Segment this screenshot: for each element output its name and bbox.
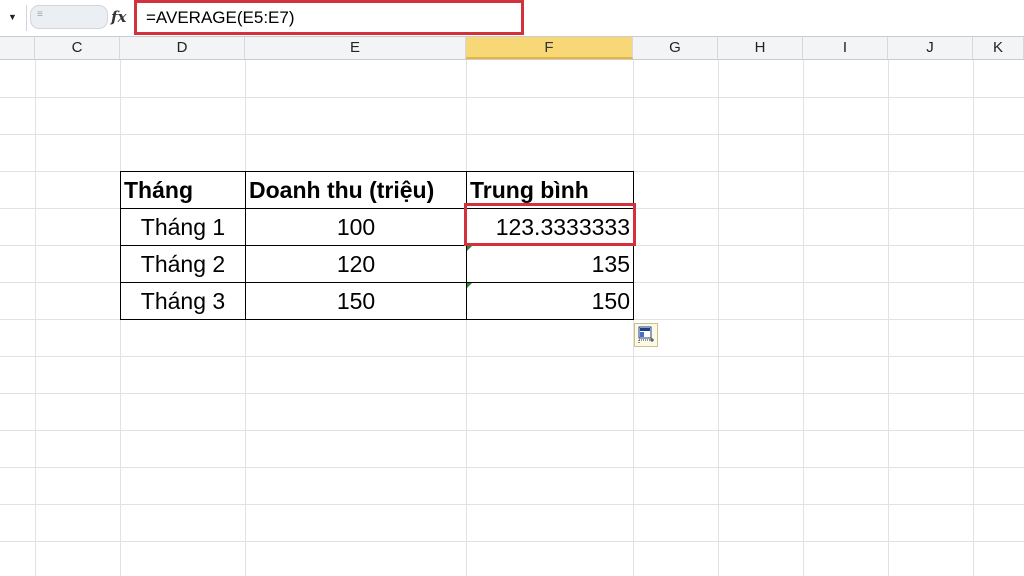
error-indicator-icon (467, 283, 472, 288)
formula-bar: ▼ ≡ fx =AVERAGE(E5:E7) (0, 0, 1024, 37)
grip-icon: ≡ (37, 9, 43, 20)
paste-options-button[interactable] (634, 323, 658, 347)
column-header-g[interactable]: G (633, 37, 718, 59)
select-all-corner[interactable] (0, 37, 35, 59)
formula-bar-resize-handle[interactable]: ≡ (30, 5, 108, 29)
column-headers: C D E F G H I J K (0, 37, 1024, 60)
active-cell-highlight (464, 203, 636, 246)
separator (26, 5, 27, 31)
formula-text: =AVERAGE(E5:E7) (146, 8, 295, 27)
header-cell-month[interactable]: Tháng (120, 171, 246, 209)
cell-month-3[interactable]: Tháng 3 (120, 282, 246, 320)
column-header-c[interactable]: C (35, 37, 120, 59)
cell-month-2[interactable]: Tháng 2 (120, 245, 246, 283)
column-header-d[interactable]: D (120, 37, 245, 59)
cell-revenue-2[interactable]: 120 (245, 245, 467, 283)
paste-options-icon (638, 326, 654, 343)
column-header-i[interactable]: I (803, 37, 888, 59)
cell-revenue-1[interactable]: 100 (245, 208, 467, 246)
cell-revenue-3[interactable]: 150 (245, 282, 467, 320)
column-header-j[interactable]: J (888, 37, 973, 59)
error-indicator-icon (467, 246, 472, 251)
cell-average-2[interactable]: 135 (466, 245, 634, 283)
cell-average-3[interactable]: 150 (466, 282, 634, 320)
column-header-f[interactable]: F (466, 37, 633, 59)
header-cell-revenue[interactable]: Doanh thu (triệu) (245, 171, 467, 209)
name-box-dropdown-icon[interactable]: ▼ (8, 13, 17, 22)
insert-function-button[interactable]: fx (111, 8, 126, 26)
column-header-e[interactable]: E (245, 37, 466, 59)
column-header-k[interactable]: K (973, 37, 1024, 59)
column-header-h[interactable]: H (718, 37, 803, 59)
formula-input[interactable]: =AVERAGE(E5:E7) (134, 0, 524, 35)
cell-month-1[interactable]: Tháng 1 (120, 208, 246, 246)
